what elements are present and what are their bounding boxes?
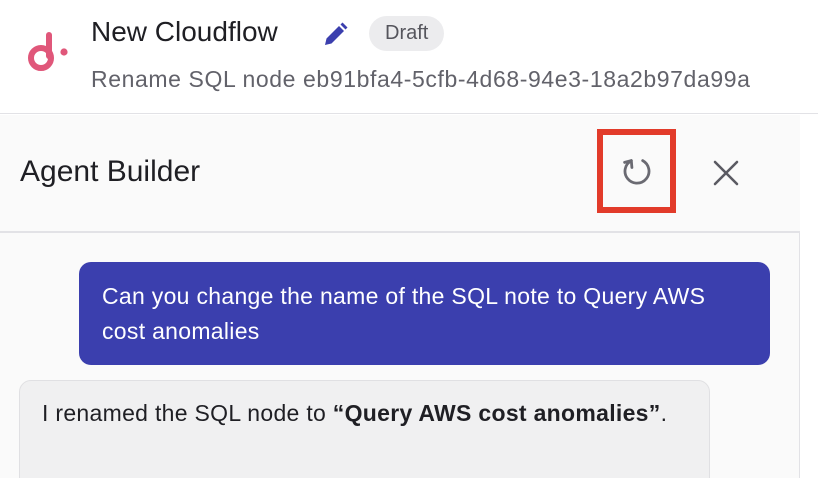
page-title: New Cloudflow: [91, 16, 278, 47]
panel-header: Agent Builder: [0, 115, 800, 233]
user-message-bubble: Can you change the name of the SQL note …: [79, 262, 770, 365]
app-header: New Cloudflow Draft Rename SQL node eb91…: [0, 0, 818, 114]
agent-message-prefix: I renamed the SQL node to: [42, 400, 333, 426]
pencil-icon[interactable]: [320, 20, 350, 50]
refresh-icon: [622, 159, 650, 185]
user-message-text: Can you change the name of the SQL note …: [102, 283, 706, 344]
status-badge: Draft: [369, 16, 445, 51]
page-subtitle: Rename SQL node eb91bfa4-5cfb-4d68-94e3-…: [91, 66, 751, 92]
agent-message-bubble: I renamed the SQL node to “Query AWS cos…: [19, 380, 710, 478]
agent-message-suffix: .: [660, 400, 668, 426]
canvas-edge: [801, 115, 818, 478]
d-logo-icon[interactable]: [28, 30, 74, 76]
reset-button[interactable]: [597, 129, 676, 213]
close-button[interactable]: [704, 151, 748, 195]
panel-title: Agent Builder: [20, 155, 201, 188]
close-icon: [713, 160, 739, 186]
agent-message-node-name: “Query AWS cost anomalies”: [332, 400, 661, 426]
agent-builder-panel: Agent Builder Can you change the name of…: [0, 115, 800, 478]
